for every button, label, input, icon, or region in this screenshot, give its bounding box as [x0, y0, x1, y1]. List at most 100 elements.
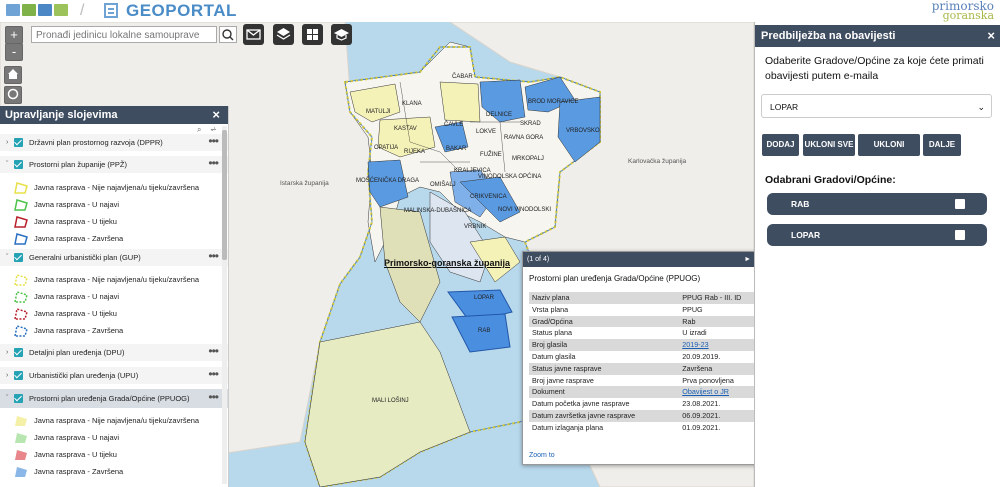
search-button[interactable] [219, 26, 237, 43]
label-rab: RAB [478, 328, 491, 334]
legend-symbol-red-outline [14, 216, 28, 228]
label-brod: BROD MORAVICE [528, 99, 579, 105]
more-options-icon[interactable]: ••• [208, 155, 219, 172]
label-istarska: Istarska županija [280, 180, 329, 187]
chevron-down-icon[interactable]: ˇ [6, 389, 8, 408]
notification-tool-button[interactable] [243, 24, 264, 45]
layer-group-dppr[interactable]: › Državni plan prostornog razvoja (DPPR)… [0, 134, 228, 151]
table-row: Datum izlaganja plana 01.09.2021. [529, 422, 769, 434]
legend-symbol-red-fill [15, 450, 27, 460]
more-options-icon[interactable]: ••• [208, 248, 219, 265]
basemap-tool-button[interactable] [302, 24, 323, 45]
selected-item-checkbox[interactable] [955, 199, 965, 209]
legend-item: Javna rasprava - Završena [0, 463, 228, 480]
layer-checkbox[interactable] [14, 371, 23, 380]
label-cabar: ČABAR [452, 74, 473, 80]
add-button[interactable]: DODAJ [762, 134, 799, 156]
legend-symbol-yellow-dashed [14, 274, 28, 286]
layers-tool-button[interactable] [273, 24, 294, 45]
attribute-key: Broj glasila [529, 339, 680, 351]
chevron-down-icon[interactable]: ˇ [6, 156, 8, 173]
layer-checkbox[interactable] [14, 253, 23, 262]
label-klana: KLANA [402, 101, 422, 107]
more-options-icon[interactable]: ••• [208, 343, 219, 360]
close-icon[interactable]: × [987, 25, 995, 47]
zoom-in-button[interactable]: + [5, 26, 23, 44]
selected-item-rab[interactable]: RAB [767, 193, 987, 215]
locate-button[interactable] [4, 86, 22, 104]
legend-label: Javna rasprava - U tijeku [34, 450, 117, 459]
remove-selection-button[interactable]: UKLONI ODABIR [858, 134, 920, 171]
layer-manager-panel: Upravljanje slojevima × ⌕ ⩫ › Državni pl… [0, 106, 229, 487]
attribute-key: Vrsta plana [532, 304, 569, 314]
locate-icon [7, 88, 19, 100]
layer-checkbox[interactable] [14, 138, 23, 147]
layer-group-dpu[interactable]: › Detaljni plan uređenja (DPU) ••• [0, 344, 228, 361]
legend-item: Javna rasprava - U tijeku [0, 213, 228, 230]
layer-checkbox[interactable] [14, 394, 23, 403]
zoom-out-button[interactable]: - [5, 43, 23, 61]
label-matulji: MATULJI [366, 109, 391, 115]
chevron-right-icon[interactable]: › [6, 367, 8, 384]
next-button[interactable]: DALJE [923, 134, 961, 156]
legend-label: Javna rasprava - U tijeku [34, 217, 117, 226]
attribute-key: Datum glasila [532, 351, 576, 361]
more-options-icon[interactable]: ••• [208, 388, 219, 407]
zzpu-logo[interactable] [6, 4, 68, 16]
next-feature-icon[interactable]: ► [744, 252, 751, 267]
brand-logo[interactable]: primorsko goranska [932, 0, 994, 21]
app-title[interactable]: GEOPORTAL [126, 1, 237, 21]
legend-symbol-red-dashed [14, 308, 28, 320]
zoom-to-link[interactable]: Zoom to [529, 452, 555, 459]
table-row: Datum početka javne rasprave 23.08.2021. [529, 398, 769, 410]
more-options-icon[interactable]: ••• [208, 133, 219, 150]
municipality-select[interactable]: LOPAR ⌄ [761, 94, 992, 118]
chevron-right-icon[interactable]: › [6, 134, 8, 151]
remove-all-button[interactable]: UKLONI SVE [803, 134, 855, 156]
feature-info-popup: (1 of 4) ► □ × Prostorni plan uređenja G… [522, 251, 778, 465]
layer-group-label: Državni plan prostornog razvoja (DPPR) [29, 138, 163, 147]
legend-item: Javna rasprava - U tijeku [0, 446, 228, 463]
document-link[interactable]: Obavijest o JR [682, 387, 729, 396]
more-options-icon[interactable]: ••• [208, 366, 219, 383]
table-row: Naziv plana PPUG Rab - III. ID [529, 292, 769, 304]
layer-group-ppuog[interactable]: ˇ Prostorni plan uređenja Grada/Općine (… [0, 389, 228, 408]
legend-symbol-yellow-fill [15, 416, 27, 426]
layer-checkbox[interactable] [14, 160, 23, 169]
table-row: Dokument Obavijest o JR [529, 386, 769, 399]
selected-item-checkbox[interactable] [955, 230, 965, 240]
legend-item: Javna rasprava - Nije najavljena/u tijek… [0, 271, 228, 288]
help-tool-button[interactable] [331, 24, 352, 45]
notification-panel: Predbilježba na obavijesti × Odaberite G… [754, 22, 1000, 487]
legend-item: Javna rasprava - Završena [0, 322, 228, 339]
home-icon [8, 69, 18, 79]
layer-group-upu[interactable]: › Urbanistički plan uređenja (UPU) ••• [0, 367, 228, 384]
label-mali-losinj: MALI LOŠINJ [372, 398, 409, 404]
layer-group-ppz[interactable]: ˇ Prostorni plan županije (PPŽ) ••• [0, 156, 228, 173]
label-crikvenica: CRIKVENICA [470, 194, 507, 200]
label-lokve: LOKVE [476, 129, 497, 135]
close-icon[interactable]: × [212, 106, 220, 124]
attribute-key: Broj javne rasprave [532, 375, 594, 385]
layer-manager-title: Upravljanje slojevima [5, 109, 118, 121]
legend-label: Javna rasprava - Završena [34, 234, 124, 243]
chevron-right-icon[interactable]: › [6, 344, 8, 361]
legend-symbol-green-outline [14, 199, 28, 211]
municipality-search-input[interactable]: Pronađi jedinicu lokalne samouprave [31, 26, 217, 43]
selected-item-lopar[interactable]: LOPAR [767, 224, 987, 246]
layers-scrollbar-thumb[interactable] [222, 130, 227, 260]
layer-checkbox[interactable] [14, 348, 23, 357]
chevron-down-icon[interactable]: ˇ [6, 249, 8, 266]
gazette-link[interactable]: 2019-23 [682, 340, 708, 349]
attribute-table: Naziv plana PPUG Rab - III. ID Vrsta plan… [529, 292, 769, 434]
selected-municipalities-title: Odabrani Gradovi/Općine: [765, 174, 896, 186]
home-button[interactable] [4, 66, 22, 84]
attribute-key: Datum izlaganja plana [532, 422, 604, 432]
layer-group-gup[interactable]: ˇ Generalni urbanistički plan (GUP) ••• [0, 249, 228, 266]
legend-item: Javna rasprava - U najavi [0, 288, 228, 305]
legend-label: Javna rasprava - Nije najavljena/u tijek… [34, 275, 200, 284]
layer-group-label: Prostorni plan županije (PPŽ) [29, 160, 127, 169]
header-separator: / [80, 2, 85, 19]
notification-header: Predbilježba na obavijesti × [755, 25, 1000, 47]
popup-header: (1 of 4) ► □ × [523, 252, 777, 267]
